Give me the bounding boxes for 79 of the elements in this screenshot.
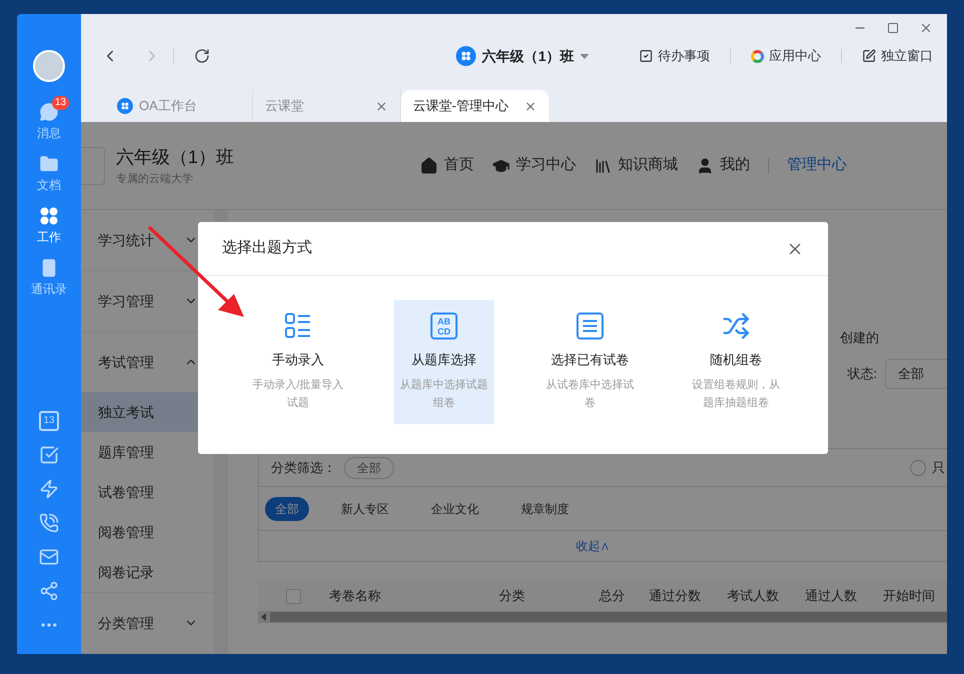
- page-title: 六年级（1）班: [116, 146, 234, 169]
- caret-icon: [580, 54, 589, 58]
- nav-link[interactable]: 首页: [420, 154, 474, 177]
- calendar-icon[interactable]: 13: [39, 411, 59, 431]
- sidebar-item[interactable]: 文档: [17, 148, 81, 200]
- unread-badge: 13: [52, 96, 70, 110]
- column-header: 开始时间: [883, 587, 935, 606]
- column-header: 通过人数: [805, 587, 858, 606]
- grid-icon: [39, 206, 59, 226]
- phone-icon[interactable]: [39, 513, 59, 533]
- column-header: 分类: [499, 587, 526, 606]
- shuffle-icon: [722, 312, 750, 340]
- option-card[interactable]: AB CD 从题库选择 从题库中选择试题组卷: [394, 300, 494, 424]
- category-tab[interactable]: 新人专区: [331, 496, 399, 520]
- checkbox-icon[interactable]: [39, 445, 59, 465]
- dialog-title: 选择出题方式: [222, 238, 313, 258]
- category-tab[interactable]: 全部: [265, 496, 309, 520]
- radio-button[interactable]: [910, 460, 926, 476]
- browser-tab[interactable]: 云课堂-管理中心: [401, 90, 549, 122]
- category-chip[interactable]: 全部: [344, 456, 394, 478]
- option-card[interactable]: 随机组卷 设置组卷规则，从题库抽题组卷: [686, 300, 786, 424]
- grid-icon: [461, 51, 472, 61]
- network-icon[interactable]: [39, 581, 59, 601]
- menu-item[interactable]: 试卷管理: [81, 472, 214, 512]
- nav-link[interactable]: 学习中心: [492, 154, 576, 177]
- abcd-icon: AB CD: [430, 312, 458, 340]
- sidebar-item[interactable]: 通讯录: [17, 252, 81, 304]
- toolbar-action[interactable]: 待办事项: [639, 46, 710, 66]
- status-label: 状态:: [847, 365, 877, 384]
- nav-link[interactable]: 我的: [696, 154, 750, 177]
- column-header: 总分: [599, 587, 626, 606]
- document-icon: [576, 312, 604, 340]
- column-header: 考卷名称: [329, 587, 382, 606]
- category-tab[interactable]: 规章制度: [511, 496, 579, 520]
- toolbar-action[interactable]: 独立窗口: [862, 46, 933, 66]
- menu-group[interactable]: 考试管理: [81, 332, 214, 392]
- folder-icon: [39, 154, 59, 174]
- user-icon: [696, 156, 714, 174]
- menu-item[interactable]: 阅卷记录: [81, 552, 214, 592]
- toolbar-action[interactable]: 应用中心: [751, 46, 821, 66]
- logo-box: [81, 146, 105, 184]
- menu-group[interactable]: 学习统计: [81, 210, 214, 270]
- popout-icon: [862, 49, 876, 63]
- close-tab-icon[interactable]: [375, 100, 388, 112]
- app-center-icon: [751, 50, 764, 62]
- app-switcher[interactable]: 六年级（1）班: [456, 46, 589, 66]
- sidebar-item[interactable]: 工作: [17, 200, 81, 252]
- mail-icon[interactable]: [39, 547, 59, 567]
- page-subtitle: 专属的云端大学: [116, 172, 194, 187]
- menu-group[interactable]: 分类管理: [81, 593, 214, 653]
- option-card[interactable]: 选择已有试卷 从试卷库中选择试卷: [540, 300, 640, 424]
- column-header: 通过分数: [649, 587, 702, 606]
- horizontal-scrollbar[interactable]: [258, 611, 947, 623]
- checkbox-icon: [639, 49, 653, 63]
- radio-label: 只: [932, 458, 946, 477]
- filter-text: 创建的: [840, 329, 879, 347]
- refresh-icon[interactable]: [194, 48, 210, 64]
- collapse-link[interactable]: 收起∧: [576, 537, 610, 555]
- close-icon[interactable]: [919, 21, 933, 35]
- house-icon: [420, 156, 438, 174]
- nav-link[interactable]: 管理中心: [787, 154, 847, 177]
- list-icon: [284, 312, 312, 340]
- column-header: 考试人数: [727, 587, 780, 606]
- grid-icon: [121, 102, 129, 110]
- nav-link[interactable]: 知识商城: [594, 154, 678, 177]
- scroll-left-icon[interactable]: [260, 613, 268, 621]
- close-tab-icon[interactable]: [524, 100, 537, 112]
- books-icon: [594, 156, 612, 174]
- maximize-icon[interactable]: [887, 22, 899, 34]
- category-tab[interactable]: 企业文化: [421, 496, 489, 520]
- avatar: [33, 50, 65, 82]
- menu-item[interactable]: 阅卷管理: [81, 512, 214, 552]
- select-all-checkbox[interactable]: [286, 588, 301, 604]
- status-select[interactable]: 全部: [885, 359, 947, 389]
- lightning-icon[interactable]: [39, 479, 59, 499]
- option-card[interactable]: 手动录入 手动录入/批量导入试题: [248, 300, 348, 424]
- filter-label: 分类筛选：: [271, 458, 336, 477]
- menu-group[interactable]: 学习管理: [81, 271, 214, 331]
- sidebar-item[interactable]: 消息 13: [17, 96, 81, 148]
